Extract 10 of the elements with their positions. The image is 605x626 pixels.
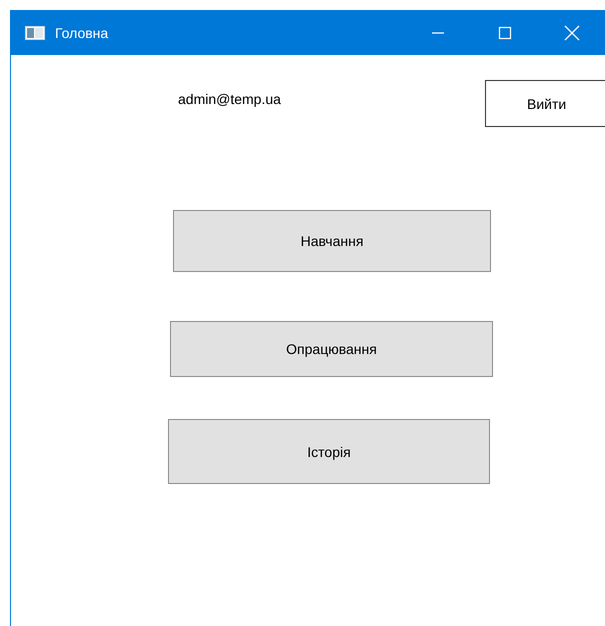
user-email: admin@temp.ua [178, 91, 281, 107]
window-title: Головна [55, 24, 108, 40]
window-icon [25, 26, 45, 40]
menu-button[interactable]: Опрацювання [170, 321, 493, 377]
minimize-icon [432, 32, 444, 34]
close-icon [564, 24, 580, 40]
menu-button[interactable]: Історія [168, 419, 490, 484]
menu-button[interactable]: Навчання [173, 210, 491, 272]
maximize-icon [498, 26, 512, 40]
logout-button[interactable]: Вийти [485, 80, 605, 127]
